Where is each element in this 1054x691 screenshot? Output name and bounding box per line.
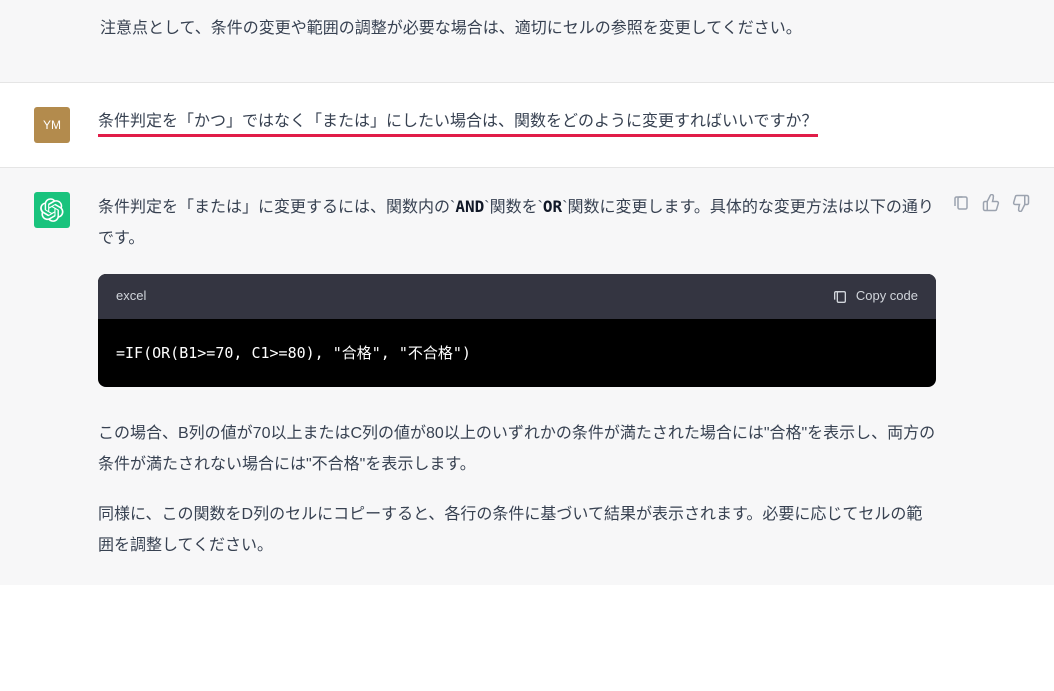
assistant-intro-paragraph: 条件判定を「または」に変更するには、関数内の`AND`関数を`OR`関数に変更し… xyxy=(98,192,936,254)
code-block: excel Copy code =IF(OR(B1>=70, C1>=80), … xyxy=(98,274,936,387)
intro-text-mid: 関数を xyxy=(490,199,538,216)
thumbs-up-icon[interactable] xyxy=(982,194,1000,212)
user-message-block: YM 条件判定を「かつ」ではなく「または」にしたい場合は、関数をどのように変更す… xyxy=(0,83,1054,168)
assistant-avatar xyxy=(34,192,70,228)
code-content[interactable]: =IF(OR(B1>=70, C1>=80), "合格", "不合格") xyxy=(98,319,936,388)
message-actions xyxy=(952,192,1030,212)
assistant-message-block: 条件判定を「または」に変更するには、関数内の`AND`関数を`OR`関数に変更し… xyxy=(0,168,1054,585)
copy-code-button[interactable]: Copy code xyxy=(832,284,918,309)
openai-logo-icon xyxy=(40,198,64,222)
thumbs-down-icon[interactable] xyxy=(1012,194,1030,212)
code-lang-label: excel xyxy=(116,284,146,309)
user-message-content: 条件判定を「かつ」ではなく「または」にしたい場合は、関数をどのように変更すればい… xyxy=(70,107,1030,137)
previous-assistant-text: 注意点として、条件の変更や範囲の調整が必要な場合は、適切にセルの参照を変更してく… xyxy=(0,14,1054,44)
user-question-text: 条件判定を「かつ」ではなく「または」にしたい場合は、関数をどのように変更すればい… xyxy=(98,113,818,137)
assistant-paragraph-2: この場合、B列の値が70以上またはC列の値が80以上のいずれかの条件が満たされた… xyxy=(98,419,936,480)
inline-code-or: OR xyxy=(543,197,562,216)
clipboard-icon xyxy=(832,289,848,305)
intro-text-pre: 条件判定を「または」に変更するには、関数内の xyxy=(98,199,450,216)
copy-icon[interactable] xyxy=(952,194,970,212)
copy-code-label: Copy code xyxy=(856,284,918,309)
inline-code-and: AND xyxy=(455,197,484,216)
code-header: excel Copy code xyxy=(98,274,936,319)
previous-assistant-tail: 注意点として、条件の変更や範囲の調整が必要な場合は、適切にセルの参照を変更してく… xyxy=(0,0,1054,83)
assistant-paragraph-3: 同様に、この関数をD列のセルにコピーすると、各行の条件に基づいて結果が表示されま… xyxy=(98,500,936,561)
user-avatar-initials: YM xyxy=(43,118,61,132)
user-avatar: YM xyxy=(34,107,70,143)
assistant-message-content: 条件判定を「または」に変更するには、関数内の`AND`関数を`OR`関数に変更し… xyxy=(70,192,952,561)
